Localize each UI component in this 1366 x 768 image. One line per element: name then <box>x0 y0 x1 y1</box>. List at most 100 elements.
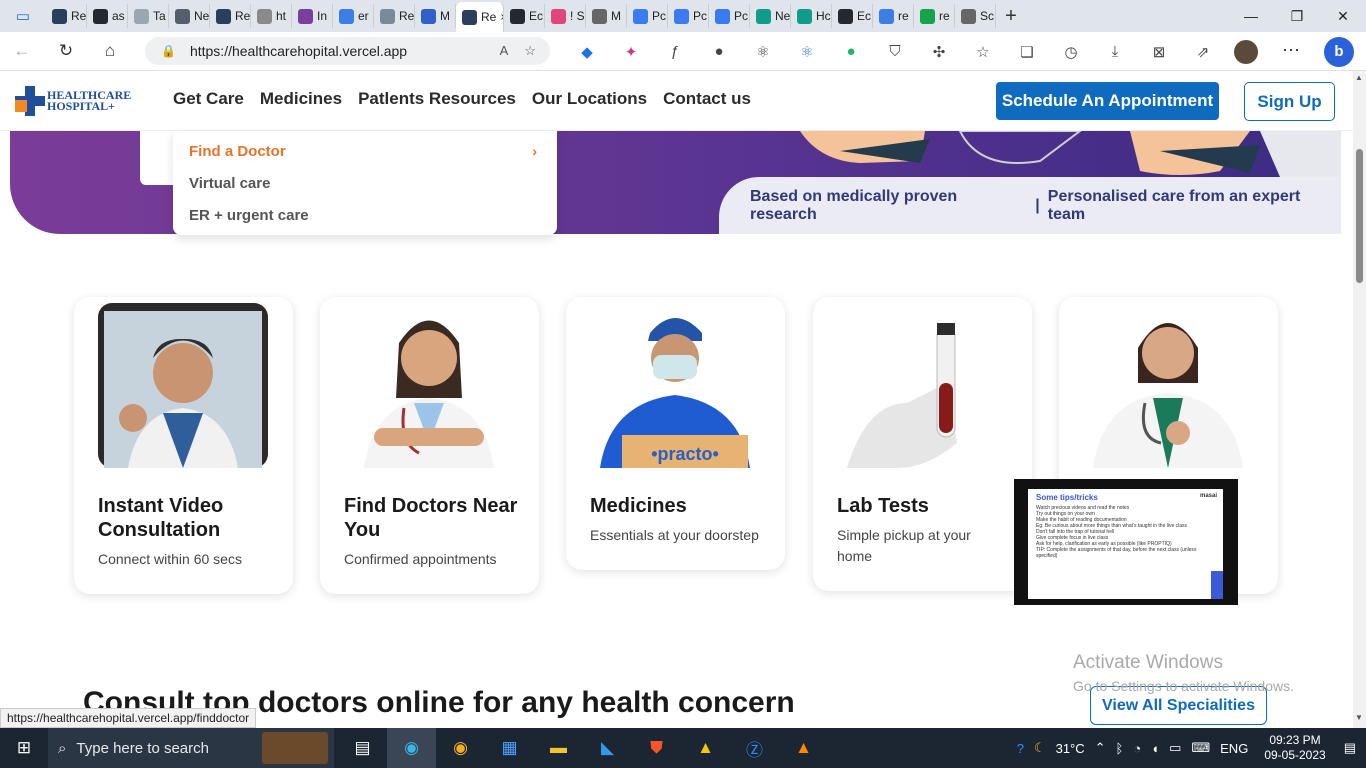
scroll-down-icon[interactable]: ▼ <box>1355 713 1363 722</box>
card-title: Medicines <box>590 495 687 517</box>
taskbar-clock[interactable]: 09:23 PM 09-05-2023 <box>1264 733 1325 763</box>
sign-up-button[interactable]: Sign Up <box>1244 82 1335 121</box>
card-lab-tests[interactable]: Lab Tests Simple pickup at your home <box>813 297 1032 591</box>
vscode-icon[interactable]: ◣ <box>583 728 632 768</box>
card-find-doctors[interactable]: Find Doctors Near You Confirmed appointm… <box>320 297 539 594</box>
schedule-appointment-button[interactable]: Schedule An Appointment <box>996 82 1219 120</box>
browser-tab[interactable]: Ec <box>832 4 873 28</box>
browser-tab[interactable]: M <box>586 4 627 28</box>
maximize-icon[interactable]: ❐ <box>1274 8 1320 25</box>
react-devtools-icon[interactable]: ⚛ <box>741 43 785 61</box>
close-window-icon[interactable]: ✕ <box>1320 8 1366 25</box>
taskbar-search-box[interactable]: ⌕ Type here to search <box>48 728 334 768</box>
browser-tab[interactable]: Re <box>374 4 415 28</box>
nav-patient-resources[interactable]: Patlents Resources <box>358 89 516 109</box>
browser-tab[interactable]: Pc <box>668 4 709 28</box>
browser-tab[interactable]: Pc <box>627 4 668 28</box>
notifications-icon[interactable]: ▤ <box>1344 740 1356 756</box>
brave-icon[interactable]: ⛊ <box>632 728 681 768</box>
browser-tab[interactable]: er <box>333 4 374 28</box>
keyboard-icon[interactable]: ⌨ <box>1191 740 1210 756</box>
wifi-icon[interactable]: ◔ <box>1133 741 1141 756</box>
nav-get-care[interactable]: Get Care <box>173 89 244 109</box>
chrome-icon[interactable]: ◉ <box>436 728 485 768</box>
browser-tab[interactable]: as <box>87 4 128 28</box>
browser-tab-active[interactable]: Re× <box>456 2 504 32</box>
temperature[interactable]: 31°C <box>1056 741 1085 756</box>
bluetooth-icon[interactable]: ᛒ <box>1116 741 1124 756</box>
browser-tab[interactable]: Re <box>210 4 251 28</box>
volume-icon[interactable]: ◖ <box>1151 741 1159 756</box>
dropdown-er-urgent-care[interactable]: ER + urgent care <box>173 199 557 231</box>
language-indicator[interactable]: ENG <box>1220 741 1248 756</box>
browser-tab[interactable]: In <box>292 4 333 28</box>
minimize-icon[interactable]: — <box>1228 8 1274 25</box>
new-tab-button[interactable]: + <box>996 5 1026 28</box>
browser-tab[interactable]: M <box>415 4 456 28</box>
logo-cross-icon <box>15 86 45 116</box>
zoom-icon[interactable]: Ⓩ <box>730 728 779 768</box>
tab-actions-icon[interactable]: ▭ <box>0 0 46 32</box>
windows-start-icon[interactable]: ⊞ <box>0 738 48 758</box>
dropdown-find-a-doctor[interactable]: Find a Doctor › <box>173 135 557 167</box>
browser-tab[interactable]: Re <box>46 4 87 28</box>
nav-our-locations[interactable]: Our Locations <box>532 89 647 109</box>
extension-icon[interactable]: ● <box>697 43 741 60</box>
browser-tab[interactable]: Pc <box>709 4 750 28</box>
site-logo[interactable]: HEALTHCARE HOSPITAL+ <box>15 86 131 116</box>
more-options-icon[interactable]: ⋯ <box>1282 40 1300 61</box>
read-aloud-icon[interactable]: A <box>500 43 509 59</box>
favorite-add-icon[interactable]: ☆ <box>524 43 536 59</box>
browser-tab[interactable]: ! S <box>545 4 586 28</box>
battery-icon[interactable]: ▭ <box>1169 740 1181 756</box>
browser-tab[interactable]: Ne <box>750 4 791 28</box>
share-icon[interactable]: ⇗ <box>1181 43 1225 61</box>
address-bar[interactable]: 🔒 https://healthcarehopital.vercel.app A… <box>145 37 550 65</box>
browser-tab[interactable]: ht <box>251 4 292 28</box>
scroll-up-icon[interactable]: ▲ <box>1355 73 1363 82</box>
back-icon[interactable]: ← <box>0 41 44 61</box>
pip-video-player[interactable]: Some tips/tricks masai Watch precious vi… <box>1014 479 1238 605</box>
favorites-icon[interactable]: ☆ <box>961 43 1005 61</box>
card-medicines[interactable]: •practo• Medicines Essentials at your do… <box>566 297 785 570</box>
browser-tab[interactable]: re <box>873 4 914 28</box>
weather-icon[interactable]: ☾ <box>1034 740 1046 756</box>
vlc-icon[interactable]: ▲ <box>779 728 828 768</box>
extension-icon[interactable]: ✦ <box>609 43 653 61</box>
store-icon[interactable]: ▦ <box>485 728 534 768</box>
scrollbar-thumb[interactable] <box>1356 149 1363 283</box>
bing-icon[interactable]: b <box>1324 37 1354 67</box>
browser-tab[interactable]: re <box>914 4 955 28</box>
browser-tab[interactable]: Ta <box>128 4 169 28</box>
history-icon[interactable]: ◷ <box>1049 43 1093 61</box>
nav-medicines[interactable]: Medicines <box>260 89 342 109</box>
extensions-icon[interactable]: ✣ <box>917 43 961 61</box>
chevron-up-icon[interactable]: ⌃ <box>1095 740 1106 756</box>
browser-tab[interactable]: Hc <box>791 4 832 28</box>
task-view-icon[interactable]: ▤ <box>338 728 387 768</box>
downloads-icon[interactable]: ⤓ <box>1093 43 1137 60</box>
math-solver-icon[interactable]: ⊠ <box>1137 43 1181 61</box>
extension-icon[interactable]: ◆ <box>565 43 609 61</box>
home-icon[interactable]: ⌂ <box>88 41 132 61</box>
nav-contact-us[interactable]: Contact us <box>663 89 751 109</box>
profile-avatar[interactable] <box>1234 40 1258 64</box>
dropdown-virtual-care[interactable]: Virtual care <box>173 167 557 199</box>
google-drive-icon[interactable]: ▲ <box>681 728 730 768</box>
shield-icon[interactable]: ⛉ <box>873 43 917 60</box>
file-explorer-icon[interactable]: ▬ <box>534 728 583 768</box>
page-scrollbar[interactable]: ▲ ▼ <box>1353 71 1366 728</box>
grammarly-icon[interactable]: ● <box>829 43 873 60</box>
extension-icon[interactable]: ƒ <box>653 43 697 60</box>
edge-icon[interactable]: ◉ <box>387 728 436 768</box>
browser-tab[interactable]: Ec <box>504 4 545 28</box>
refresh-icon[interactable]: ↻ <box>44 41 88 61</box>
browser-tab[interactable]: Ne <box>169 4 210 28</box>
lock-icon[interactable]: 🔒 <box>161 44 176 58</box>
collections-icon[interactable]: ❏ <box>1005 43 1049 61</box>
browser-tab-strip: ▭ Re as Ta Ne Re ht In er Re M Re× Ec ! S M Pc Pc Pc Ne Hc… <box>0 0 1366 32</box>
help-icon[interactable]: ? <box>1017 741 1024 756</box>
browser-tab[interactable]: Sc <box>955 4 996 28</box>
react-devtools-icon[interactable]: ⚛ <box>785 43 829 61</box>
card-video-consultation[interactable]: Instant Video Consultation Connect withi… <box>74 297 293 594</box>
